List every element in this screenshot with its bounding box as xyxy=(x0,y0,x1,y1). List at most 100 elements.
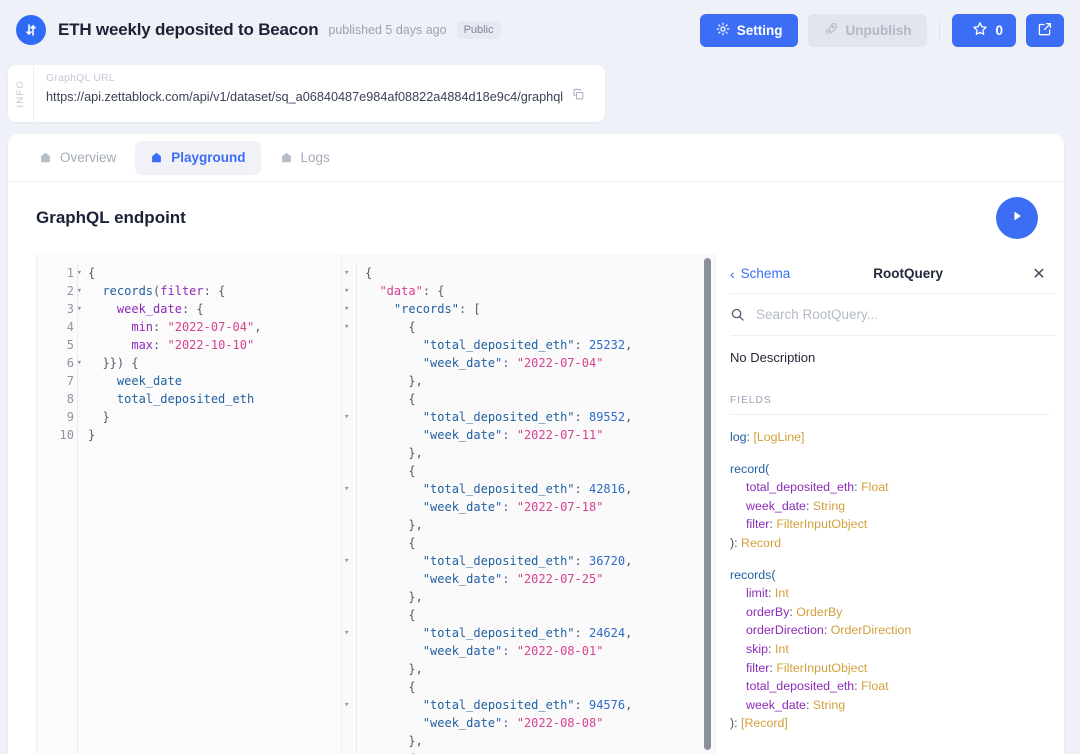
graphql-url-value: https://api.zettablock.com/api/v1/datase… xyxy=(46,90,564,104)
arg-type[interactable]: FilterInputObject xyxy=(776,517,867,531)
line-number: 6 ▾ xyxy=(66,356,82,370)
docs-fields-list: log: [LogLine] record( total_deposited_e… xyxy=(730,415,1056,754)
arg-type[interactable]: Float xyxy=(861,679,889,693)
fold-arrow-icon[interactable]: ▾ xyxy=(344,318,349,336)
info-tag: INFO xyxy=(8,65,34,122)
gear-icon xyxy=(716,22,737,39)
fold-arrow-icon[interactable]: ▾ xyxy=(344,552,349,570)
field-arg: total_deposited_eth: Float xyxy=(746,679,889,694)
fold-arrow-icon[interactable]: ▾ xyxy=(344,408,349,426)
field-arg: total_deposited_eth: Float xyxy=(746,480,889,495)
docs-search-row[interactable] xyxy=(730,294,1056,336)
query-code[interactable]: { records(filter: { week_date: { min: "2… xyxy=(77,264,341,754)
tab-overview[interactable]: Overview xyxy=(24,141,131,175)
docs-field-records[interactable]: records( limit: Int orderBy: OrderBy ord… xyxy=(730,553,1056,733)
external-link-icon xyxy=(1037,21,1053,40)
share-button[interactable] xyxy=(1026,13,1064,47)
line-number: 1 ▾ xyxy=(66,266,82,280)
docs-field-log[interactable]: log: [LogLine] xyxy=(730,415,1056,447)
endpoint-header: GraphQL endpoint xyxy=(8,182,1064,254)
published-meta: published 5 days ago xyxy=(328,23,447,37)
line-number: 5 xyxy=(66,338,74,352)
fold-arrow-icon[interactable]: ▾ xyxy=(344,696,349,714)
docs-description: No Description xyxy=(730,350,816,365)
arg-type[interactable]: String xyxy=(813,698,845,712)
play-icon xyxy=(1009,208,1025,229)
header-actions: Setting Unpublish 0 xyxy=(699,13,1064,47)
field-name[interactable]: log xyxy=(730,430,747,444)
arg-name[interactable]: total_deposited_eth xyxy=(746,480,854,494)
run-query-button[interactable] xyxy=(996,197,1038,239)
info-tag-label: INFO xyxy=(15,79,26,108)
line-number: 8 xyxy=(66,392,74,406)
docs-title: RootQuery xyxy=(873,266,943,281)
setting-button[interactable]: Setting xyxy=(699,13,799,47)
arg-name[interactable]: week_date xyxy=(746,698,806,712)
search-icon xyxy=(730,307,756,322)
line-number: 10 xyxy=(59,428,74,442)
docs-field-record[interactable]: record( total_deposited_eth: Float week_… xyxy=(730,447,1056,553)
app-header: ETH weekly deposited to Beacon published… xyxy=(0,0,1080,60)
line-number: 2 ▾ xyxy=(66,284,82,298)
docs-search-input[interactable] xyxy=(756,307,1050,322)
fold-arrow-icon[interactable]: ▾ xyxy=(77,354,82,372)
result-json: { "data": { "records": [ { "total_deposi… xyxy=(356,264,715,754)
tab-logs[interactable]: Logs xyxy=(265,141,345,175)
fold-arrow-icon[interactable]: ▾ xyxy=(344,264,349,282)
tab-overview-label: Overview xyxy=(60,150,117,165)
arg-name[interactable]: orderDirection xyxy=(746,623,824,637)
arg-name[interactable]: week_date xyxy=(746,499,806,513)
unpublish-button-label: Unpublish xyxy=(845,22,912,38)
fold-arrow-icon[interactable]: ▾ xyxy=(344,480,349,498)
fold-arrow-icon[interactable]: ▾ xyxy=(344,300,349,318)
arg-type[interactable]: Float xyxy=(861,480,889,494)
line-number: 3 ▾ xyxy=(66,302,82,316)
field-type[interactable]: [LogLine] xyxy=(753,430,804,444)
result-viewer[interactable]: ▾ ▾ ▾ ▾ ▾ ▾ ▾ ▾ ▾ { "data": { "records":… xyxy=(342,254,716,754)
line-number: 7 xyxy=(66,374,74,388)
field-arg: orderBy: OrderBy xyxy=(746,604,843,619)
result-scrollbar[interactable] xyxy=(704,258,711,750)
star-count: 0 xyxy=(995,22,1003,38)
docs-back-label: Schema xyxy=(740,266,791,281)
field-arg: filter: FilterInputObject xyxy=(746,517,868,532)
chevron-left-icon: ‹ xyxy=(730,265,735,282)
arrows-updown-icon xyxy=(23,22,39,38)
arg-type[interactable]: OrderDirection xyxy=(831,623,912,637)
copy-icon[interactable] xyxy=(572,88,585,106)
app-logo xyxy=(16,15,46,45)
endpoint-title: GraphQL endpoint xyxy=(36,208,186,227)
arg-name[interactable]: filter xyxy=(746,517,769,531)
docs-back-button[interactable]: ‹ Schema xyxy=(730,266,790,282)
star-button[interactable]: 0 xyxy=(952,13,1016,47)
field-name[interactable]: record( xyxy=(730,462,769,476)
header-divider xyxy=(939,18,941,42)
arg-name[interactable]: orderBy xyxy=(746,605,789,619)
arg-name[interactable]: total_deposited_eth xyxy=(746,679,854,693)
fold-arrow-icon[interactable]: ▾ xyxy=(344,282,349,300)
tabbar: Overview Playground Logs xyxy=(8,134,1064,182)
fold-arrow-icon[interactable]: ▾ xyxy=(344,624,349,642)
fold-arrow-icon[interactable]: ▾ xyxy=(77,300,82,318)
arg-name[interactable]: skip xyxy=(746,642,768,656)
arg-type[interactable]: Int xyxy=(775,586,789,600)
fold-arrow-icon[interactable]: ▾ xyxy=(77,264,82,282)
arg-name[interactable]: filter xyxy=(746,661,769,675)
arg-type[interactable]: Int xyxy=(775,642,789,656)
close-icon[interactable]: ✕ xyxy=(1026,264,1052,284)
fold-arrow-icon[interactable]: ▾ xyxy=(77,282,82,300)
arg-type[interactable]: String xyxy=(813,499,845,513)
tab-playground-label: Playground xyxy=(171,150,246,165)
field-return-type[interactable]: Record xyxy=(741,536,781,550)
query-editor[interactable]: 1 ▾ 2 ▾ 3 ▾ 4 5 6 ▾ 7 8 9 10 { records(filte… xyxy=(36,254,342,754)
field-arg: orderDirection: OrderDirection xyxy=(746,623,912,638)
home-icon xyxy=(280,151,293,164)
arg-type[interactable]: OrderBy xyxy=(796,605,842,619)
arg-type[interactable]: FilterInputObject xyxy=(776,661,867,675)
arg-name[interactable]: limit xyxy=(746,586,768,600)
field-return-type[interactable]: [Record] xyxy=(741,716,788,730)
field-name[interactable]: records( xyxy=(730,568,775,582)
unpublish-button[interactable]: Unpublish xyxy=(808,13,928,47)
visibility-badge: Public xyxy=(456,21,501,39)
tab-playground[interactable]: Playground xyxy=(135,140,261,175)
